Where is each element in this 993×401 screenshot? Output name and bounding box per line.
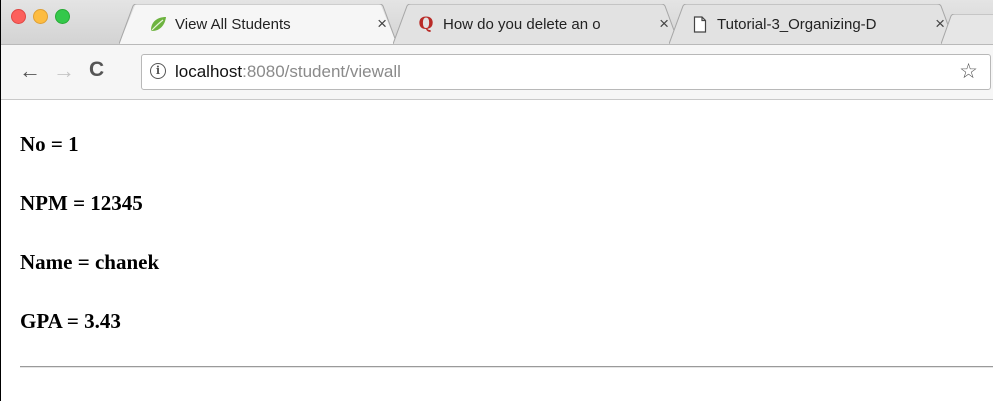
back-arrow-icon[interactable]: ← — [19, 59, 41, 83]
new-tab-button[interactable] — [941, 14, 993, 44]
info-icon[interactable]: i — [150, 63, 166, 79]
horizontal-rule — [20, 366, 993, 368]
bookmark-star-icon[interactable]: ☆ — [959, 59, 978, 84]
document-icon — [691, 15, 709, 33]
tab-tutorial[interactable]: Tutorial-3_Organizing-D × — [669, 4, 955, 44]
url-host: localhost — [175, 62, 243, 81]
window-close-button[interactable] — [11, 9, 26, 24]
browser-toolbar: ← → C i localhost:8080/student/viewall ☆ — [1, 44, 993, 100]
tab-view-all-students[interactable]: View All Students × — [119, 4, 397, 44]
tab-title: View All Students — [175, 15, 291, 33]
url-text[interactable]: localhost:8080/student/viewall — [175, 61, 401, 83]
tab-title: Tutorial-3_Organizing-D — [717, 16, 929, 33]
tab-title: How do you delete an o — [443, 16, 653, 33]
page-content: No = 1 NPM = 12345 Name = chanek GPA = 3… — [1, 101, 993, 401]
address-bar[interactable]: i localhost:8080/student/viewall ☆ — [141, 54, 991, 90]
window-maximize-button[interactable] — [55, 9, 70, 24]
tab-close-icon[interactable]: × — [659, 14, 669, 34]
student-npm: NPM = 12345 — [20, 191, 143, 215]
forward-arrow-icon[interactable]: → — [53, 59, 75, 83]
spring-leaf-icon — [149, 15, 167, 33]
browser-window: View All Students × Q How do you delete … — [1, 0, 993, 401]
reload-icon[interactable]: C — [89, 58, 104, 82]
tab-quora[interactable]: Q How do you delete an o × — [393, 4, 679, 44]
student-no: No = 1 — [20, 132, 79, 156]
quora-q-icon: Q — [418, 14, 434, 34]
tab-close-icon[interactable]: × — [377, 14, 387, 34]
student-name: Name = chanek — [20, 250, 160, 274]
window-minimize-button[interactable] — [33, 9, 48, 24]
student-gpa: GPA = 3.43 — [20, 309, 121, 333]
url-path: :8080/student/viewall — [242, 62, 401, 81]
tab-strip: View All Students × Q How do you delete … — [1, 0, 993, 44]
